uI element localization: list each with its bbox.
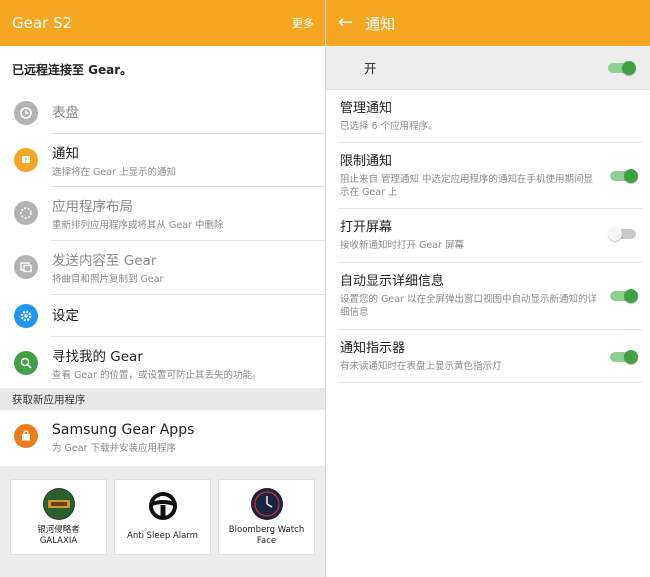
setting-auto-show-details[interactable]: 自动显示详细信息 设置您的 Gear 以在全屏弹出窗口视图中自动显示新通知的详细… (326, 263, 650, 330)
menu-item-send-content[interactable]: 发送内容至 Gear 将曲目和照片复制到 Gear (0, 241, 326, 295)
setting-description: 有未读通知时在表盘上显示黄色指示灯 (340, 361, 502, 372)
featured-apps: 银河侵略者 GALAXIA Anti Sleep Alarm Bloomberg… (0, 466, 326, 577)
app-card-name: 银河侵略者 GALAXIA (37, 525, 80, 546)
master-toggle[interactable] (606, 60, 636, 75)
menu-item-watch-faces[interactable]: 表盘 (0, 92, 326, 134)
setting-description: 已选择 6 个应用程序。 (340, 121, 438, 132)
menu-item-description: 重新排列应用程序或将其从 Gear 中删除 (52, 220, 224, 231)
setting-title: 自动显示详细信息 (340, 274, 445, 289)
setting-title: 管理通知 (340, 101, 393, 116)
menu-item-label: 应用程序布局 (52, 199, 133, 215)
master-switch-label: 开 (364, 61, 377, 76)
auto-show-details-toggle[interactable] (608, 289, 638, 303)
galaxia-logo (42, 488, 75, 520)
watch-face-icon (14, 101, 38, 125)
category-header: 获取新应用程序 (0, 388, 326, 410)
app-card-name: Bloomberg Watch Face (228, 525, 305, 546)
apps-layout-icon (14, 201, 38, 225)
app-card-anti-sleep-alarm[interactable]: Anti Sleep Alarm (114, 479, 211, 555)
setting-description: 接收新通知时打开 Gear 屏幕 (340, 240, 464, 251)
setting-title: 限制通知 (340, 154, 393, 169)
setting-description: 设置您的 Gear 以在全屏弹出窗口视图中自动显示新通知的详细信息 (340, 294, 597, 318)
notification-icon (14, 148, 38, 172)
app-bar: ← 通知 (326, 0, 650, 46)
menu-item-find-my-gear[interactable]: 寻找我的 Gear 查看 Gear 的位置，或设置可防止其丢失的功能。 (0, 337, 326, 388)
setting-limit-notifications[interactable]: 限制通知 阻止来自 管理通知 中选定应用程序的通知在手机使用期间显示在 Gear… (326, 143, 650, 209)
menu-item-description: 将曲目和照片复制到 Gear (52, 274, 164, 285)
back-arrow-icon[interactable]: ← (338, 14, 353, 32)
menu-item-label: 通知 (52, 146, 79, 162)
menu-item-description: 查看 Gear 的位置，或设置可防止其丢失的功能。 (52, 370, 262, 381)
divider (338, 382, 642, 383)
app-card-name: Anti Sleep Alarm (127, 531, 198, 541)
setting-title: 通知指示器 (340, 341, 406, 356)
gear-manager-panel: Gear S2 更多 已远程连接至 Gear。 表盘 通知 选择将在 Gear … (0, 0, 326, 577)
setting-title: 打开屏幕 (340, 220, 393, 235)
limit-notifications-toggle[interactable] (608, 169, 638, 183)
menu-item-label: 设定 (52, 308, 79, 324)
app-card-galaxia[interactable]: 银河侵略者 GALAXIA (10, 479, 107, 555)
connection-status: 已远程连接至 Gear。 (12, 62, 133, 77)
setting-notification-indicator[interactable]: 通知指示器 有未读通知时在表盘上显示黄色指示灯 (326, 330, 650, 383)
setting-description: 阻止来自 管理通知 中选定应用程序的通知在手机使用期间显示在 Gear 上 (340, 174, 594, 198)
menu-item-description: 选择将在 Gear 上显示的通知 (52, 167, 176, 178)
screen-title: 通知 (365, 14, 396, 33)
store-bag-icon (14, 424, 38, 448)
more-button[interactable]: 更多 (292, 15, 314, 31)
setting-manage-notifications[interactable]: 管理通知 已选择 6 个应用程序。 (326, 90, 650, 143)
menu-item-label: 寻找我的 Gear (52, 349, 143, 365)
menu-item-settings[interactable]: 设定 (0, 295, 326, 337)
menu-item-samsung-gear-apps[interactable]: Samsung Gear Apps 为 Gear 下载并安装应用程序 (0, 410, 326, 461)
menu-item-app-layout[interactable]: 应用程序布局 重新排列应用程序或将其从 Gear 中删除 (0, 187, 326, 241)
app-bar: Gear S2 更多 (0, 0, 326, 46)
setting-turn-on-screen[interactable]: 打开屏幕 接收新通知时打开 Gear 屏幕 (326, 209, 650, 263)
master-switch-row[interactable]: 开 (326, 46, 650, 90)
menu-item-label: 表盘 (52, 105, 79, 121)
menu-item-label: 发送内容至 Gear (52, 253, 157, 269)
notifications-settings-panel: ← 通知 开 管理通知 已选择 6 个应用程序。 限制通知 阻止来自 管理通知 … (326, 0, 650, 577)
gear-icon (14, 304, 38, 328)
steering-wheel-icon (146, 490, 179, 522)
notification-indicator-toggle[interactable] (608, 350, 638, 364)
app-card-bloomberg-watch-face[interactable]: Bloomberg Watch Face (218, 479, 315, 555)
send-content-icon (14, 255, 38, 279)
watch-face-icon (250, 488, 283, 520)
store-title: Samsung Gear Apps (52, 422, 195, 438)
menu-item-notifications[interactable]: 通知 选择将在 Gear 上显示的通知 (0, 134, 326, 187)
find-gear-icon (14, 351, 38, 375)
turn-on-screen-toggle[interactable] (608, 227, 638, 241)
store-description: 为 Gear 下载并安装应用程序 (52, 443, 176, 454)
app-title: Gear S2 (12, 14, 73, 32)
